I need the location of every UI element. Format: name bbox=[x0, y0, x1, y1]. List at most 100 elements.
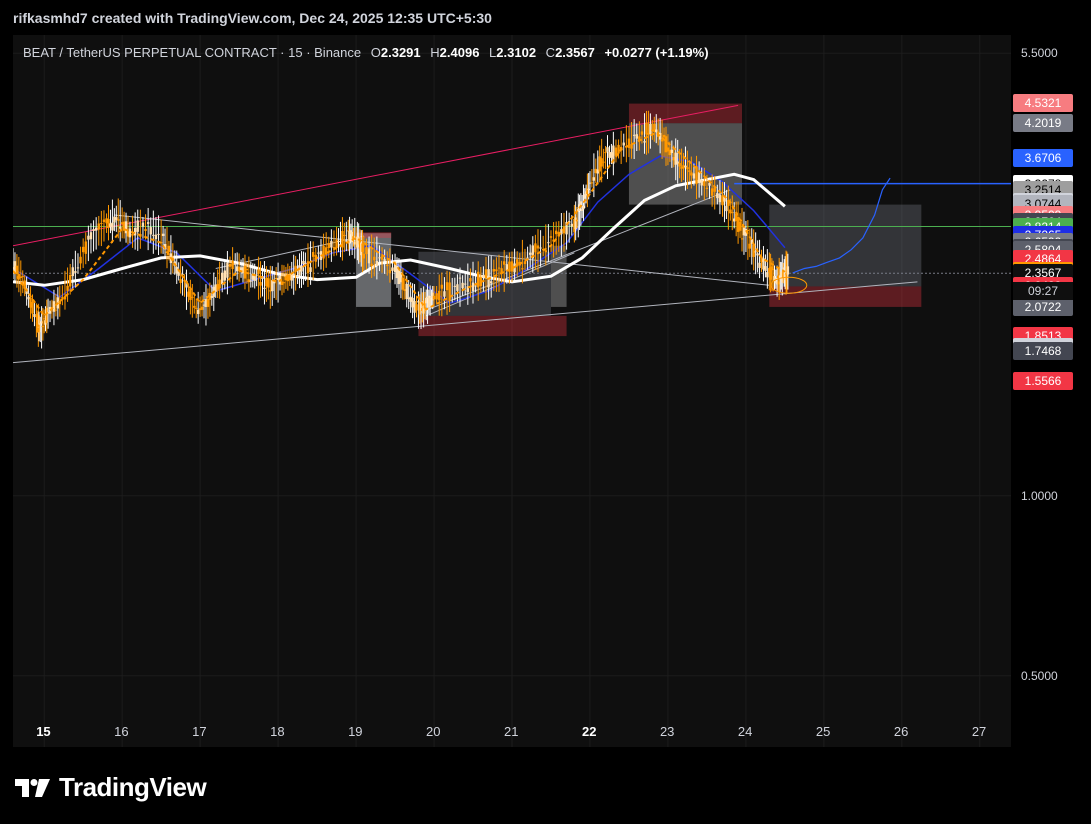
candle-body bbox=[68, 274, 72, 287]
candle-body bbox=[294, 265, 297, 273]
candle-body bbox=[635, 134, 638, 139]
candle-body bbox=[23, 280, 26, 289]
candle-body bbox=[330, 240, 333, 248]
price-tag: 1.5566 bbox=[1013, 371, 1073, 390]
candle-body bbox=[102, 219, 106, 222]
candle-body bbox=[58, 300, 61, 305]
candle-body bbox=[448, 282, 451, 301]
candle-body bbox=[606, 147, 609, 152]
candle-body bbox=[117, 219, 120, 221]
candle-body bbox=[373, 256, 376, 261]
symbol-info: BEAT / TetherUS PERPETUAL CONTRACT · 15 … bbox=[23, 45, 709, 60]
candle-body bbox=[343, 234, 346, 236]
x-tick-label: 23 bbox=[659, 724, 675, 739]
x-tick-label: 20 bbox=[426, 724, 441, 739]
candle-body bbox=[697, 172, 701, 183]
zone-box bbox=[769, 286, 922, 307]
candle-body bbox=[179, 279, 182, 283]
candle-body bbox=[111, 222, 114, 231]
candle-body bbox=[362, 253, 366, 259]
candle-body bbox=[231, 260, 234, 270]
candle-body bbox=[766, 272, 769, 278]
y-tick-label: 5.5000 bbox=[1021, 46, 1058, 61]
candle-body bbox=[670, 149, 674, 154]
candle-body bbox=[191, 296, 194, 298]
candle-body bbox=[678, 162, 681, 167]
candle-body bbox=[54, 309, 58, 311]
candle-body bbox=[471, 282, 475, 291]
high-label: H bbox=[430, 45, 440, 60]
change-value: +0.0277 (+1.19%) bbox=[604, 45, 709, 60]
price-chart[interactable] bbox=[13, 35, 1011, 747]
candle-body bbox=[602, 161, 605, 163]
candle-body bbox=[632, 134, 636, 136]
candle-body bbox=[84, 241, 87, 254]
candle-body bbox=[464, 283, 467, 285]
candle-body bbox=[253, 275, 256, 281]
candle-body bbox=[89, 232, 93, 240]
candle-body bbox=[649, 123, 652, 134]
tradingview-logo-icon bbox=[15, 778, 50, 797]
candle-body bbox=[375, 260, 379, 266]
candle-body bbox=[482, 274, 485, 278]
candle-body bbox=[309, 267, 312, 272]
candle-body bbox=[660, 139, 664, 142]
candle-body bbox=[152, 234, 155, 236]
candle-body bbox=[503, 261, 506, 265]
zone-box bbox=[628, 103, 743, 124]
candle-body bbox=[458, 277, 462, 279]
candle-body bbox=[154, 234, 158, 240]
candle-body bbox=[453, 285, 457, 287]
candle-body bbox=[257, 269, 260, 274]
candle-body bbox=[133, 227, 137, 236]
candle-body bbox=[193, 305, 196, 308]
price-tag: 4.5321 bbox=[1013, 94, 1073, 113]
candle-body bbox=[534, 243, 537, 253]
candle-body bbox=[764, 266, 767, 271]
high-value: 2.4096 bbox=[439, 45, 480, 60]
candle-body bbox=[415, 304, 418, 311]
candle-body bbox=[74, 271, 77, 273]
price-tag: 1.7468 bbox=[1013, 341, 1073, 360]
candle-body bbox=[752, 244, 755, 257]
low-value: 2.3102 bbox=[496, 45, 537, 60]
tradingview-brand: TradingView bbox=[15, 772, 207, 803]
candle-body bbox=[523, 261, 527, 265]
candle-body bbox=[438, 290, 441, 301]
x-tick-label: 25 bbox=[815, 724, 831, 739]
candle-body bbox=[100, 222, 103, 224]
symbol-name: BEAT / TetherUS PERPETUAL CONTRACT · 15 … bbox=[23, 45, 362, 60]
candle-body bbox=[401, 277, 405, 290]
candle-body bbox=[554, 230, 558, 235]
open-label: O bbox=[370, 45, 381, 60]
candle-body bbox=[378, 257, 381, 259]
x-tick-label: 17 bbox=[192, 724, 207, 739]
candle-body bbox=[87, 235, 90, 240]
candle-body bbox=[536, 245, 540, 249]
candle-body bbox=[388, 269, 392, 274]
zone-box bbox=[418, 251, 551, 316]
candle-body bbox=[705, 187, 709, 189]
candle-body bbox=[570, 223, 573, 227]
candle-body bbox=[622, 142, 625, 146]
candle-body bbox=[640, 131, 644, 135]
candle-body bbox=[263, 287, 266, 289]
candle-body bbox=[149, 227, 152, 235]
candle-body bbox=[317, 252, 320, 254]
candle-body bbox=[228, 264, 232, 267]
candle-body bbox=[544, 250, 547, 253]
x-tick-label: 19 bbox=[348, 724, 363, 739]
candle-body bbox=[157, 233, 160, 235]
price-axis[interactable] bbox=[1011, 35, 1091, 747]
candle-body bbox=[161, 233, 165, 237]
price-tag: 3.6706 bbox=[1013, 149, 1073, 168]
candle-body bbox=[758, 262, 761, 268]
candle-body bbox=[296, 276, 299, 278]
candle-body bbox=[63, 296, 67, 300]
candle-body bbox=[337, 241, 340, 243]
candle-body bbox=[370, 263, 373, 267]
candle-body bbox=[710, 188, 714, 196]
zone-box bbox=[418, 315, 567, 337]
candle-body bbox=[131, 233, 134, 236]
chart-panel[interactable] bbox=[13, 35, 1011, 747]
